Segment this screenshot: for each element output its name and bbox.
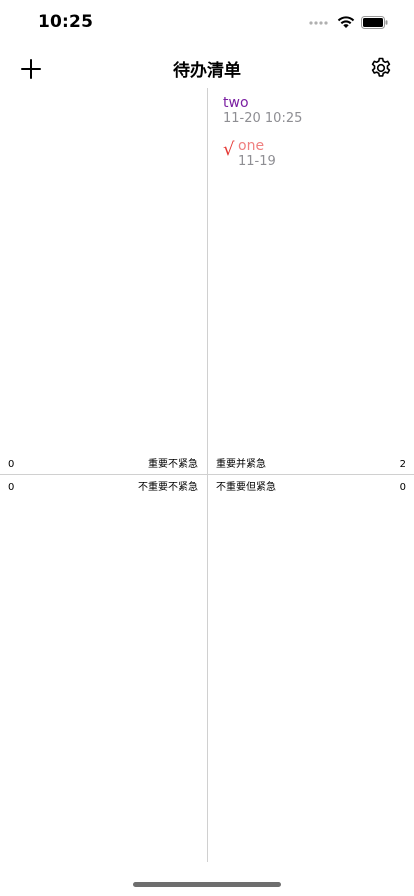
status-time: 10:25 xyxy=(38,12,94,32)
quadrant-horizontal-divider xyxy=(0,474,414,475)
quadrant-label-not-important-urgent[interactable]: 不重要但紧急 xyxy=(216,482,276,494)
task-date: 11-19 xyxy=(238,154,276,169)
status-bar: 10:25 xyxy=(0,0,414,46)
task-date: 11-20 10:25 xyxy=(223,111,303,126)
wifi-icon xyxy=(337,16,355,28)
battery-icon xyxy=(361,15,388,29)
quadrant-label-important-not-urgent[interactable]: 重要不紧急 xyxy=(148,459,198,471)
page-title: 待办清单 xyxy=(173,61,241,81)
quadrant-count-important-not-urgent: 0 xyxy=(8,459,15,470)
quadrant-label-not-important-not-urgent[interactable]: 不重要不紧急 xyxy=(138,482,198,494)
cellular-signal-icon xyxy=(309,21,328,25)
quadrant-label-important-urgent[interactable]: 重要并紧急 xyxy=(216,459,266,471)
nav-bar: 待办清单 xyxy=(0,50,414,86)
home-indicator[interactable] xyxy=(133,882,281,887)
quadrant-vertical-divider xyxy=(207,88,208,862)
checkmark-icon: √ xyxy=(223,139,235,160)
gear-icon xyxy=(371,57,391,77)
task-item-completed[interactable]: √ one 11-19 xyxy=(223,138,276,169)
quadrant-count-not-important-urgent: 0 xyxy=(399,482,406,493)
task-title: two xyxy=(223,95,249,111)
status-icons xyxy=(309,14,388,30)
settings-button[interactable] xyxy=(368,55,394,81)
quadrant-count-important-urgent: 2 xyxy=(399,459,406,470)
task-title: one xyxy=(238,138,265,154)
task-item[interactable]: two 11-20 10:25 xyxy=(223,95,302,126)
quadrant-count-not-important-not-urgent: 0 xyxy=(8,482,15,493)
